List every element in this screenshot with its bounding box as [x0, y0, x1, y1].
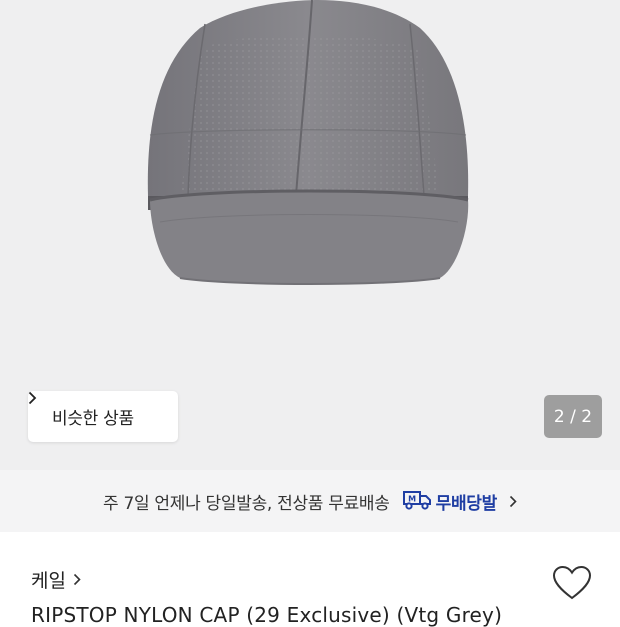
chevron-right-icon: [73, 573, 81, 586]
delivery-truck-icon: M: [402, 488, 432, 515]
product-title: RIPSTOP NYLON CAP (29 Exclusive) (Vtg Gr…: [31, 603, 503, 627]
chevron-right-icon: [509, 495, 517, 508]
image-pager: 2 / 2: [544, 395, 602, 438]
delivery-badge: M 무배당발: [402, 488, 497, 515]
brand-link[interactable]: 케일: [31, 566, 81, 593]
product-image-area[interactable]: 비슷한 상품 2 / 2: [0, 0, 620, 470]
svg-text:M: M: [408, 494, 416, 503]
delivery-badge-text: 무배당발: [435, 493, 498, 514]
brand-name: 케일: [31, 570, 66, 592]
delivery-text: 주 7일 언제나 당일발송, 전상품 무료배송: [103, 493, 390, 514]
similar-products-label: 비슷한 상품: [52, 409, 134, 429]
heart-icon[interactable]: [552, 565, 592, 605]
similar-products-button[interactable]: 비슷한 상품: [28, 391, 178, 442]
delivery-banner[interactable]: 주 7일 언제나 당일발송, 전상품 무료배송 M 무배당발: [0, 470, 620, 532]
